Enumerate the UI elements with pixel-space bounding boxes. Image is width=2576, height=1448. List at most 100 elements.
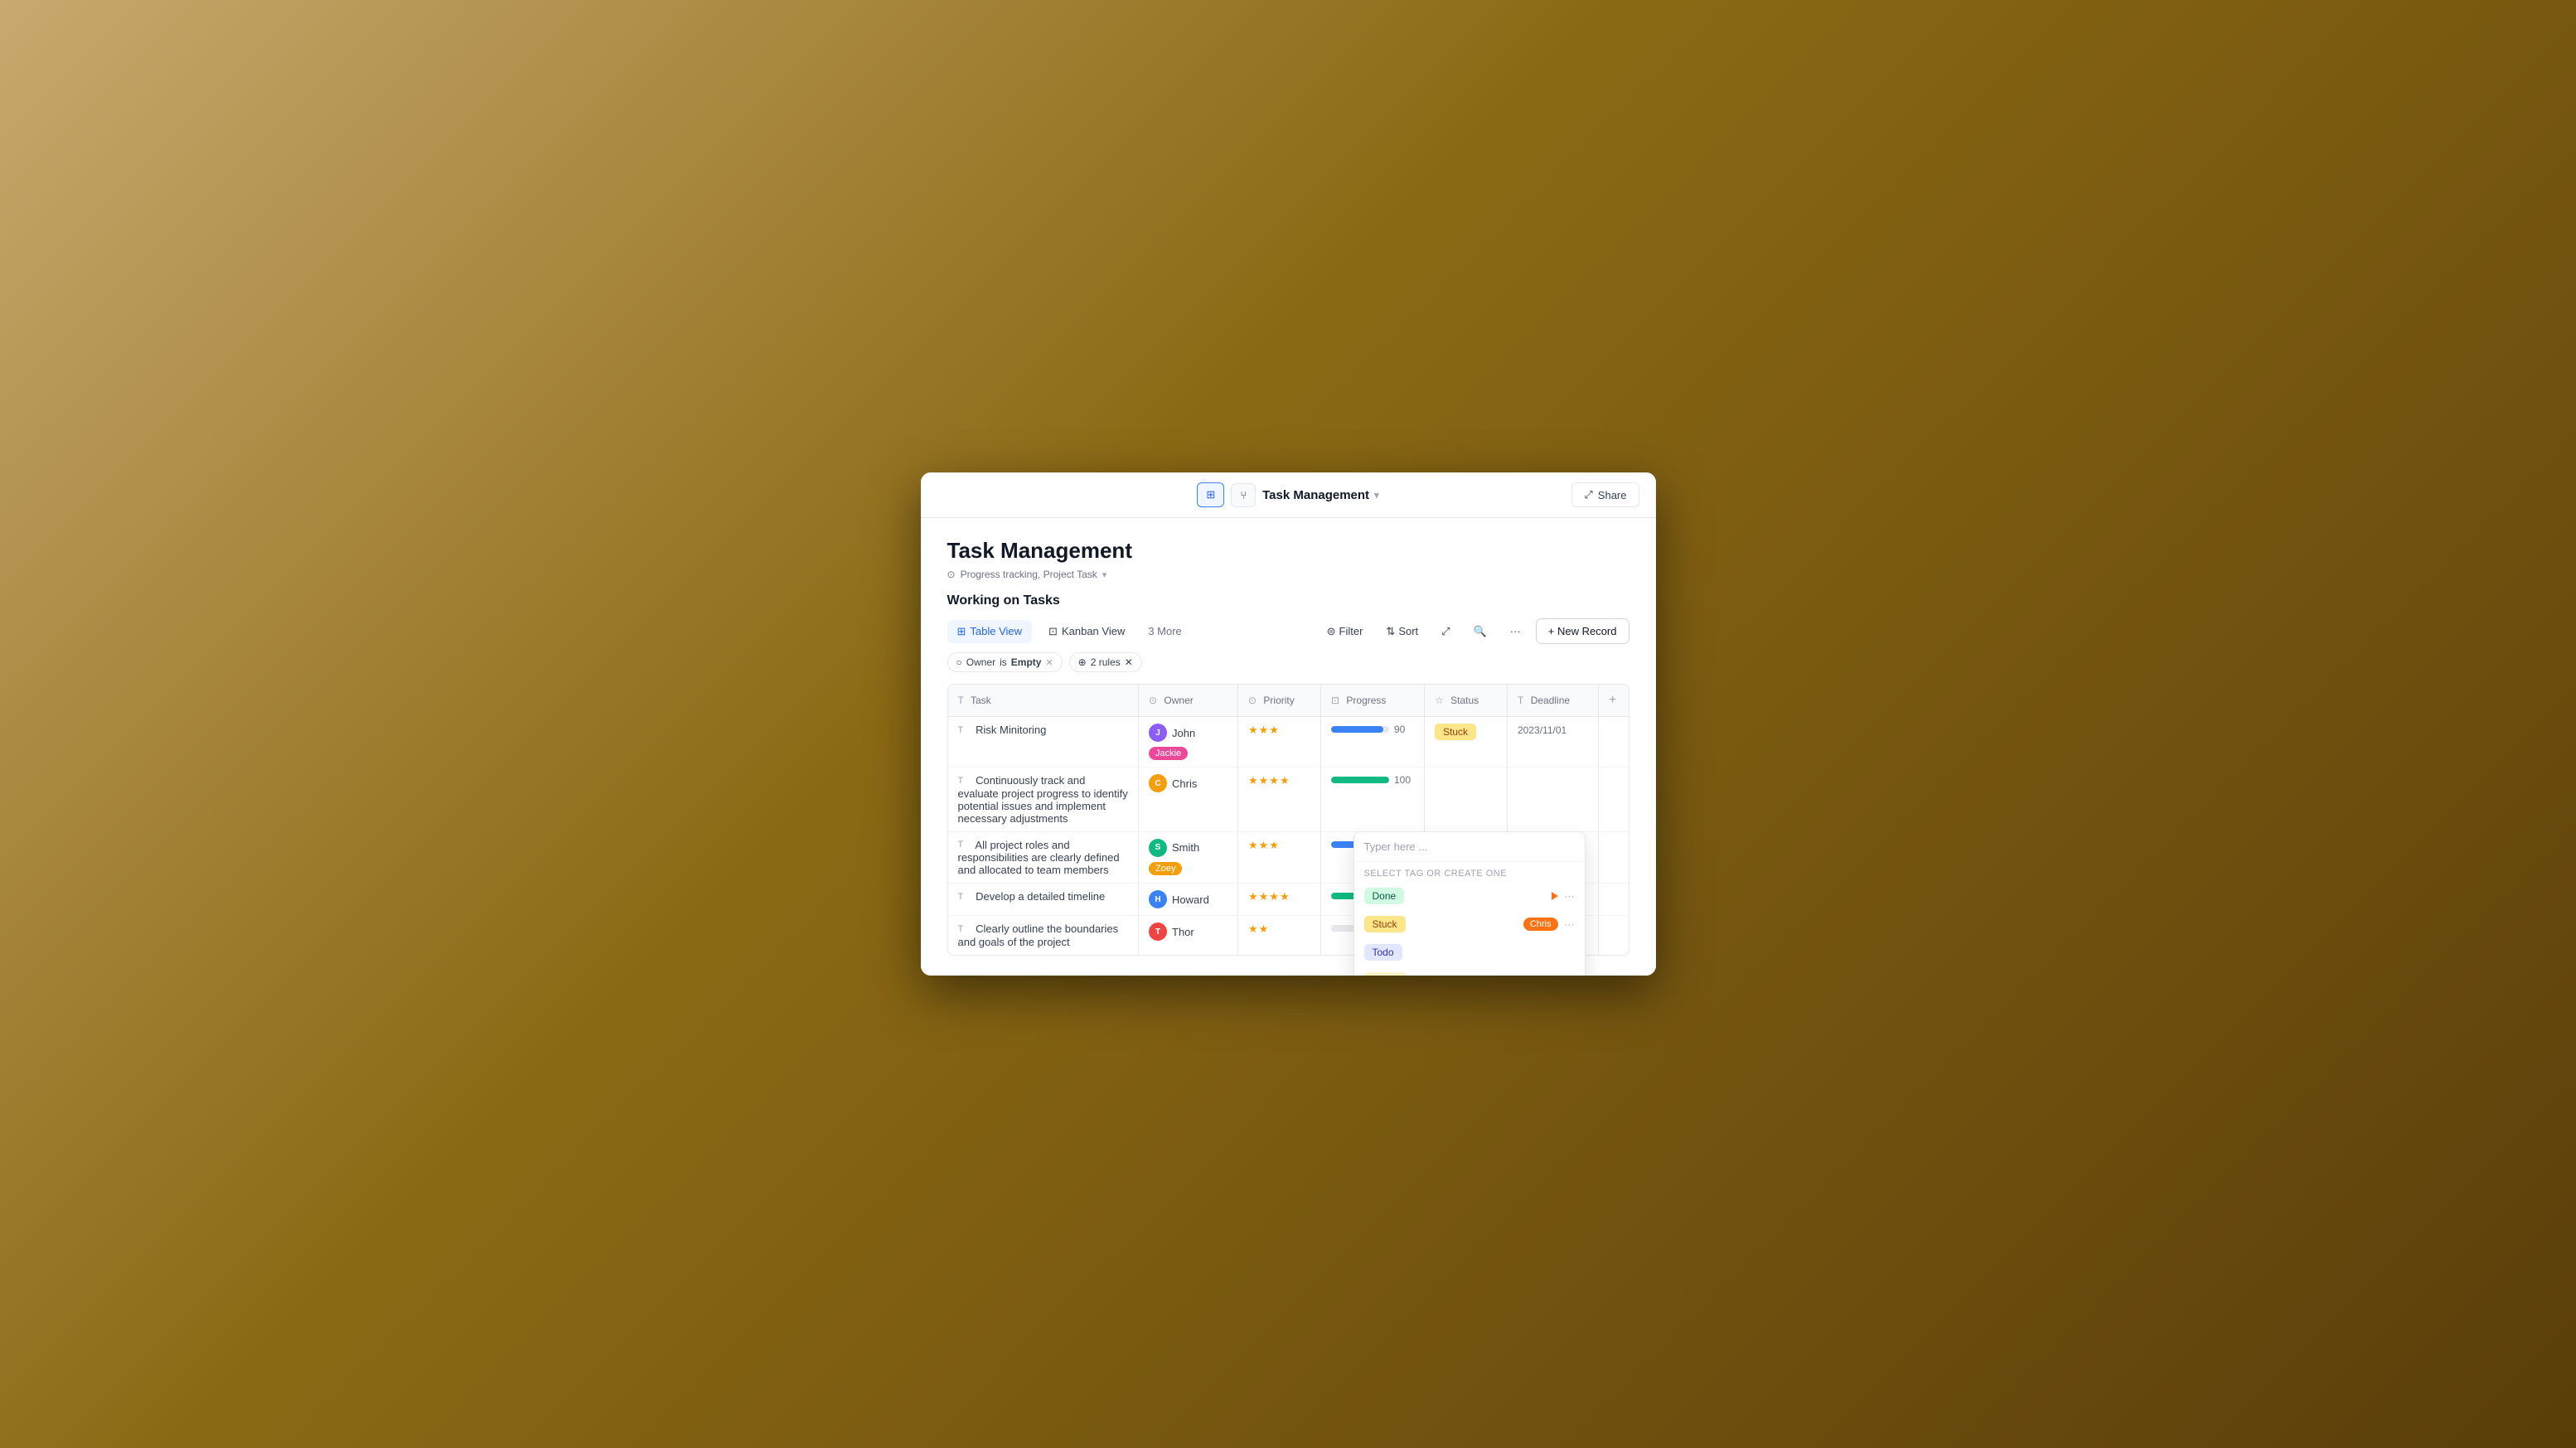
- dropdown-item-todo[interactable]: Todo: [1354, 938, 1585, 966]
- avatar-smith: S: [1149, 839, 1167, 857]
- chevron-down-icon: ▾: [1374, 490, 1379, 501]
- table-row: T Risk Minitoring J John Jackie: [948, 717, 1629, 768]
- progress-cell-2: 100: [1321, 768, 1425, 832]
- owner-filter-label: Owner: [966, 656, 995, 668]
- col-header-status: ☆ Status: [1425, 685, 1508, 717]
- owner-cell-content-4: H Howard: [1149, 890, 1227, 908]
- deadline-col-icon: T: [1518, 695, 1523, 706]
- search-button[interactable]: 🔍: [1465, 620, 1495, 643]
- task-cell-3: T All project roles and responsibilities…: [948, 831, 1139, 884]
- task-name-5: Clearly outline the boundaries and goals…: [958, 923, 1119, 948]
- share-label: Share: [1598, 489, 1627, 501]
- breadcrumb-icon: ⊙: [947, 569, 956, 580]
- task-type-icon-4: T: [958, 892, 970, 903]
- priority-cell-4: ★★★★: [1238, 884, 1321, 916]
- avatar-thor: T: [1149, 923, 1167, 941]
- filter-icon: ⊜: [1327, 625, 1336, 638]
- dropdown-item-stuck-left: Stuck: [1364, 916, 1406, 932]
- sort-icon: ⇅: [1386, 625, 1395, 638]
- dropdown-item-done[interactable]: Done ···: [1354, 882, 1585, 910]
- task-type-icon-2: T: [958, 776, 970, 787]
- priority-cell-2: ★★★★: [1238, 768, 1321, 832]
- col-owner-label: Owner: [1164, 695, 1193, 706]
- col-header-add: +: [1599, 685, 1629, 717]
- share-icon: ⤢: [1584, 488, 1592, 501]
- three-dots-done[interactable]: ···: [1565, 890, 1575, 902]
- more-options-button[interactable]: ···: [1502, 620, 1529, 642]
- task-cell-1: T Risk Minitoring: [948, 717, 1139, 768]
- more-options-icon: ···: [1510, 625, 1521, 637]
- priority-stars-5: ★★: [1248, 923, 1269, 935]
- rules-label: 2 rules: [1091, 656, 1121, 668]
- task-type-icon-5: T: [958, 924, 970, 936]
- col-header-deadline: T Deadline: [1508, 685, 1599, 717]
- status-badge-1[interactable]: Stuck: [1435, 724, 1476, 740]
- dropdown-search-input[interactable]: Typer here ...: [1354, 832, 1585, 862]
- deadline-cell-1: 2023/11/01: [1508, 717, 1599, 768]
- col-task-label: Task: [971, 695, 991, 706]
- dropdown-item-done-left: Done: [1364, 888, 1405, 904]
- filter-button[interactable]: ⊜ Filter: [1319, 620, 1372, 643]
- rules-chip[interactable]: ⊕ 2 rules ✕: [1069, 652, 1142, 672]
- status-dropdown: Typer here ... Select tag or create one …: [1353, 831, 1586, 976]
- branch-view-nav-btn[interactable]: ⑂: [1231, 483, 1256, 507]
- owner-name-1: John: [1172, 727, 1195, 739]
- owner-filter-chip[interactable]: ○ Owner is Empty ✕: [947, 652, 1063, 672]
- status-cell-1[interactable]: Stuck: [1425, 717, 1508, 768]
- new-record-button[interactable]: + New Record: [1536, 618, 1629, 644]
- owner-name-2: Chris: [1172, 777, 1197, 790]
- nav-center: ⊞ ⑂ Task Management ▾: [1197, 482, 1378, 507]
- col-deadline-label: Deadline: [1531, 695, 1570, 706]
- dropdown-item-stuck[interactable]: Stuck Chris ···: [1354, 910, 1585, 938]
- dropdown-search-placeholder: Typer here ...: [1364, 840, 1428, 853]
- owner-cell-4: H Howard: [1139, 884, 1238, 916]
- main-content: Task Management ⊙ Progress tracking, Pro…: [921, 518, 1656, 976]
- progress-num-2: 100: [1394, 774, 1414, 786]
- breadcrumb-chevron: ▾: [1102, 569, 1107, 580]
- priority-stars-3: ★★★: [1248, 839, 1280, 851]
- priority-cell-3: ★★★: [1238, 831, 1321, 884]
- empty-label: Empty: [1011, 656, 1042, 668]
- rules-close[interactable]: ✕: [1125, 656, 1133, 668]
- dropdown-label: Select tag or create one: [1354, 862, 1585, 882]
- extra-cell-3: [1599, 831, 1629, 884]
- breadcrumb-text: Progress tracking, Project Task: [961, 569, 1097, 580]
- filter-bar: ○ Owner is Empty ✕ ⊕ 2 rules ✕: [947, 652, 1629, 672]
- kanban-view-tab[interactable]: ⊡ Kanban View: [1039, 620, 1135, 643]
- dropdown-status-doing: Doing: [1364, 972, 1407, 976]
- col-header-priority: ⊙ Priority: [1238, 685, 1321, 717]
- task-cell-4: T Develop a detailed timeline: [948, 884, 1139, 916]
- filter-label: Filter: [1339, 625, 1363, 637]
- priority-cell-5: ★★: [1238, 916, 1321, 955]
- breadcrumb: ⊙ Progress tracking, Project Task ▾: [947, 569, 1629, 580]
- sort-button[interactable]: ⇅ Sort: [1378, 620, 1426, 643]
- more-views-btn[interactable]: 3 More: [1141, 620, 1188, 642]
- extra-cell-2: [1599, 768, 1629, 832]
- priority-col-icon: ⊙: [1248, 695, 1257, 706]
- more-views-label: 3 More: [1148, 625, 1181, 637]
- toolbar: ⊞ Table View ⊡ Kanban View 3 More ⊜ Filt…: [947, 618, 1629, 644]
- is-label: is: [1000, 656, 1007, 668]
- add-column-button[interactable]: +: [1609, 693, 1616, 708]
- owner-tag-zoey: Zoey: [1149, 862, 1182, 875]
- three-dots-stuck[interactable]: ···: [1565, 918, 1575, 930]
- nav-title: Task Management: [1262, 488, 1369, 502]
- share-button[interactable]: ⤢ Share: [1571, 482, 1639, 507]
- table-view-nav-btn[interactable]: ⊞: [1197, 482, 1224, 507]
- dropdown-item-doing[interactable]: Doing: [1354, 966, 1585, 976]
- progress-cell-1: 90: [1321, 717, 1425, 768]
- owner-tag-jackie: Jackie: [1149, 747, 1188, 760]
- expand-button[interactable]: ⤢: [1433, 620, 1458, 643]
- new-record-label: + New Record: [1548, 625, 1617, 637]
- col-header-owner: ⊙ Owner: [1139, 685, 1238, 717]
- deadline-1: 2023/11/01: [1518, 724, 1566, 736]
- table-view-icon: ⊞: [957, 625, 966, 638]
- task-name-1: Risk Minitoring: [976, 724, 1046, 736]
- branch-icon: ⑂: [1240, 489, 1247, 501]
- owner-filter-close[interactable]: ✕: [1045, 657, 1053, 668]
- priority-stars-2: ★★★★: [1248, 774, 1290, 787]
- priority-stars-4: ★★★★: [1248, 890, 1290, 903]
- dropdown-status-todo: Todo: [1364, 944, 1402, 961]
- progress-fill-2: [1331, 777, 1389, 783]
- table-view-tab[interactable]: ⊞ Table View: [947, 620, 1033, 643]
